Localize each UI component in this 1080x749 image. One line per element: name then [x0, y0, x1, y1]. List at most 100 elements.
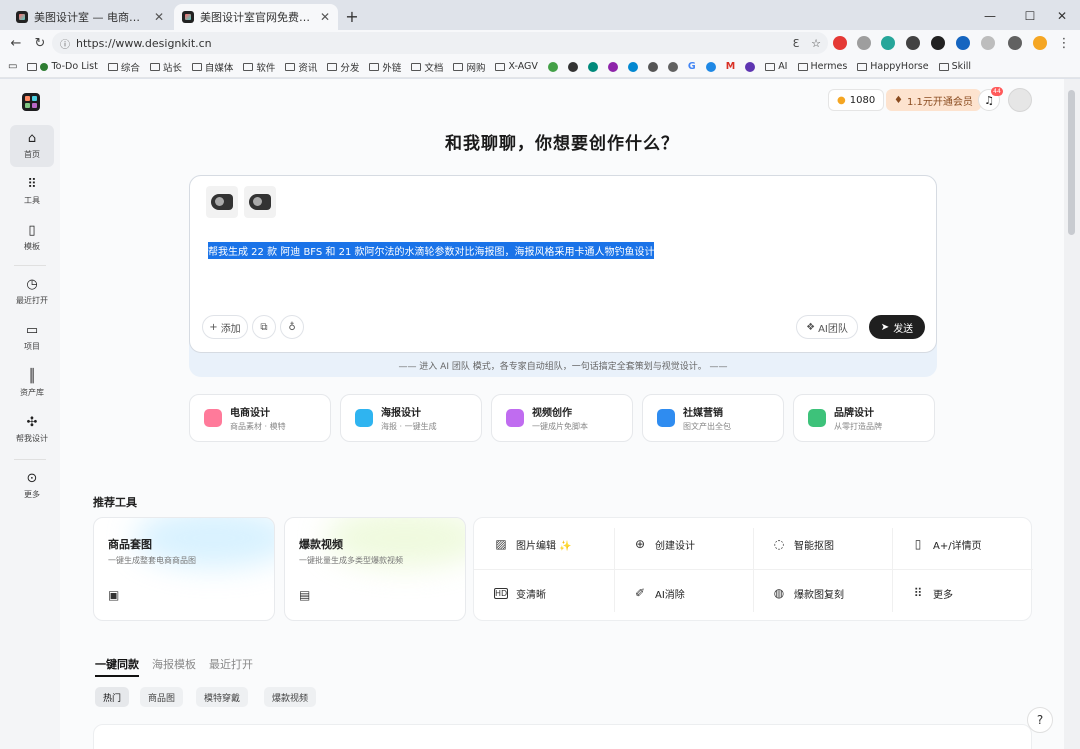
bookmark-favicon-icon[interactable]: [667, 61, 678, 72]
back-icon[interactable]: ←: [6, 33, 26, 53]
chip-product[interactable]: 商品图: [140, 687, 184, 707]
send-button[interactable]: ➤ 发送: [869, 315, 925, 339]
tool-card-product-set[interactable]: 商品套图 一键生成整套电商商品图 ▣: [93, 517, 275, 621]
bookmark-favicon-icon[interactable]: [587, 61, 598, 72]
close-icon[interactable]: ✕: [154, 10, 164, 24]
bookmark-item[interactable]: HappyHorse: [857, 61, 929, 72]
gmail-icon[interactable]: M: [726, 61, 735, 72]
sidebar-item-recent[interactable]: ◷ 最近打开: [10, 271, 54, 313]
app-logo-icon[interactable]: [22, 93, 40, 111]
category-ecommerce[interactable]: 电商设计 商品素材 · 模特: [189, 394, 331, 442]
tool-smart-cutout[interactable]: ◌ 智能抠图: [772, 534, 834, 554]
reader-mode-icon[interactable]: Ɛ: [786, 33, 806, 53]
bookmark-favicon-icon[interactable]: [547, 61, 558, 72]
bookmark-favicon-icon[interactable]: [627, 61, 638, 72]
sidebar-item-design-for-me[interactable]: ✣ 帮我设计: [10, 409, 54, 451]
extension-icon[interactable]: [881, 36, 895, 50]
bookmark-item[interactable]: 分发: [327, 60, 359, 74]
chip-model[interactable]: 模特穿戴: [196, 687, 249, 707]
tab-poster-templates[interactable]: 海报模板: [152, 656, 196, 672]
bookmark-item[interactable]: AI: [765, 61, 788, 72]
copy-icon[interactable]: ⧉: [252, 315, 276, 339]
bookmark-item[interactable]: X-AGV: [495, 61, 538, 72]
menu-dots-icon[interactable]: ⋮: [1054, 33, 1074, 53]
sidebar-item-more[interactable]: ⊙ 更多: [10, 465, 54, 507]
sidebar-item-assets[interactable]: ║ 资产库: [10, 363, 54, 405]
sidebar-item-projects[interactable]: ▭ 项目: [10, 317, 54, 359]
bookmark-item[interactable]: Hermes: [797, 61, 847, 72]
tool-ai-erase[interactable]: ✐ AI消除: [633, 583, 685, 603]
bookmark-item[interactable]: 网购: [453, 60, 485, 74]
user-avatar[interactable]: [1008, 88, 1032, 112]
add-button[interactable]: + 添加: [202, 315, 248, 339]
ecommerce-icon: [204, 409, 222, 427]
tool-more[interactable]: ⠿ 更多: [911, 583, 953, 603]
prompt-composer[interactable]: 帮我生成 22 款 阿迪 BFS 和 21 款阿尔法的水滴轮参数对比海报图，海报…: [189, 175, 937, 353]
profile-avatar-icon[interactable]: [1033, 36, 1047, 50]
extension-icon[interactable]: [931, 36, 945, 50]
help-button[interactable]: ?: [1027, 707, 1053, 733]
bookmark-item[interactable]: 文档: [411, 60, 443, 74]
tool-detail-page[interactable]: ▯ A+/详情页: [911, 534, 982, 554]
bookmark-item[interactable]: 自媒体: [191, 60, 233, 74]
tool-enhance[interactable]: HD 变清晰: [494, 583, 546, 603]
tab-recent[interactable]: 最近打开: [209, 656, 253, 672]
category-video[interactable]: 视频创作 一键成片免脚本: [491, 394, 633, 442]
lightbulb-icon[interactable]: ♁: [280, 315, 304, 339]
attached-image-thumb[interactable]: [244, 186, 276, 218]
extension-icon[interactable]: [981, 36, 995, 50]
google-icon[interactable]: G: [688, 61, 696, 72]
sidebar-item-tools[interactable]: ⠿ 工具: [10, 171, 54, 213]
address-bar[interactable]: ⓘ https://www.designkit.cn: [52, 32, 828, 54]
attached-image-thumb[interactable]: [206, 186, 238, 218]
extension-icon[interactable]: [956, 36, 970, 50]
minimize-icon[interactable]: —: [980, 6, 1000, 26]
ai-team-button[interactable]: ❖ AI团队: [796, 315, 858, 339]
bookmark-item[interactable]: 资讯: [285, 60, 317, 74]
bookmark-favicon-icon[interactable]: [647, 61, 658, 72]
chip-viral-video[interactable]: 爆款视频: [264, 687, 317, 707]
category-social[interactable]: 社媒营销 图文产出全包: [642, 394, 784, 442]
tool-card-viral-video[interactable]: 爆款视频 一键批量生成多类型爆款视频 ▤: [284, 517, 466, 621]
tab-1[interactable]: 美图设计室 — 电商人必备的设计… ✕: [8, 4, 172, 30]
tab-2[interactable]: 美图设计室官网免费AI商品图生成… ✕: [174, 4, 338, 30]
bookmark-item[interactable]: 综合: [107, 60, 140, 74]
bookmark-item[interactable]: 站长: [149, 60, 182, 74]
bookmark-item[interactable]: To-Do List: [27, 61, 98, 72]
tool-replicate[interactable]: ◍ 爆款图复刻: [772, 583, 844, 603]
bookmark-favicon-icon[interactable]: [705, 61, 716, 72]
category-poster[interactable]: 海报设计 海报 · 一键生成: [340, 394, 482, 442]
category-brand[interactable]: 品牌设计 从零打造品牌: [793, 394, 935, 442]
sidebar-item-home[interactable]: ⌂ 首页: [10, 125, 54, 167]
bookmark-favicon-icon[interactable]: [745, 61, 756, 72]
prompt-text[interactable]: 帮我生成 22 款 阿迪 BFS 和 21 款阿尔法的水滴轮参数对比海报图，海报…: [208, 242, 655, 259]
bookmark-favicon-icon[interactable]: [607, 61, 618, 72]
bookmarks-toggle-icon[interactable]: ▭: [8, 61, 17, 72]
extension-icon[interactable]: [857, 36, 871, 50]
tool-create-design[interactable]: ⊕ 创建设计: [633, 534, 695, 554]
tab-one-click-same[interactable]: 一键同款: [95, 656, 139, 677]
close-icon[interactable]: ✕: [320, 10, 330, 24]
vip-label: 1.1元开通会员: [906, 96, 973, 108]
site-info-icon[interactable]: ⓘ: [60, 36, 70, 51]
social-icon: [657, 409, 675, 427]
star-icon[interactable]: ☆: [806, 33, 826, 53]
vip-button[interactable]: ♦ 1.1元开通会员: [886, 89, 981, 111]
scrollbar-thumb[interactable]: [1068, 90, 1075, 235]
credits-badge[interactable]: ● 1080: [828, 89, 885, 111]
maximize-icon[interactable]: ☐: [1020, 6, 1040, 26]
refresh-icon[interactable]: ↻: [30, 33, 50, 53]
tool-image-edit[interactable]: ▨ 图片编辑 ✨: [494, 534, 571, 554]
extensions-puzzle-icon[interactable]: [1008, 36, 1022, 50]
extension-icon[interactable]: [833, 36, 847, 50]
sidebar-item-templates[interactable]: ▯ 模板: [10, 217, 54, 259]
extension-icon[interactable]: [906, 36, 920, 50]
window-close-icon[interactable]: ✕: [1052, 6, 1072, 26]
bookmark-item[interactable]: 外链: [369, 60, 401, 74]
bookmark-favicon-icon[interactable]: [567, 61, 578, 72]
bookmark-item[interactable]: Skill: [938, 61, 971, 72]
new-tab-button[interactable]: +: [342, 6, 362, 26]
site-favicon-icon: [16, 11, 28, 23]
bookmark-item[interactable]: 软件: [243, 60, 275, 74]
chip-hot[interactable]: 热门: [95, 687, 130, 707]
